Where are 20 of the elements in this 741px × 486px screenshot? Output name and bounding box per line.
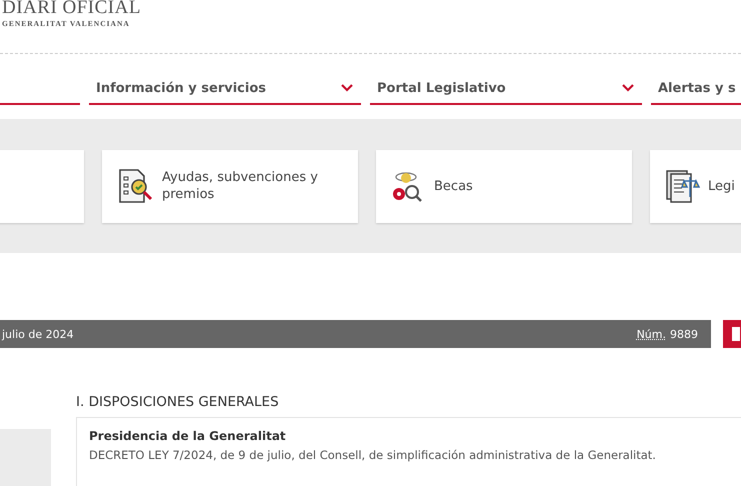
- issue-number: 9889: [670, 328, 698, 340]
- document-icon: [732, 327, 740, 341]
- chevron-icon: [341, 84, 353, 92]
- section-title: I. DISPOSICIONES GENERALES: [76, 394, 280, 412]
- category-card[interactable]: Ayudas, subvenciones y premios: [102, 150, 358, 222]
- card-label: Legi: [708, 178, 735, 194]
- nav-menu[interactable]: Portal Legislativo: [370, 73, 642, 105]
- logo-title: DIARI OFICIAL: [2, 0, 141, 17]
- chevron-icon: [622, 84, 634, 92]
- card-label: Becas: [434, 178, 473, 194]
- nav-menu[interactable]: Información y servicios: [89, 73, 361, 105]
- entry-link[interactable]: DECRETO LEY 7/2024, de 9 de julio, del Consell, de simplificación administrativa de la Generalitat.: [89, 448, 729, 462]
- category-card[interactable]: Becas: [376, 150, 632, 222]
- category-card[interactable]: Legi: [650, 150, 741, 222]
- number-label: Núm.: [636, 328, 666, 340]
- entry-organ: Presidencia de la Generalitat: [89, 429, 287, 443]
- card-label: Ayudas, subvenciones y premios: [162, 169, 319, 203]
- issue-date: julio de 2024: [2, 328, 74, 340]
- document-magnifier-icon: [116, 167, 154, 205]
- nav-menu[interactable]: Alertas y s: [651, 73, 741, 105]
